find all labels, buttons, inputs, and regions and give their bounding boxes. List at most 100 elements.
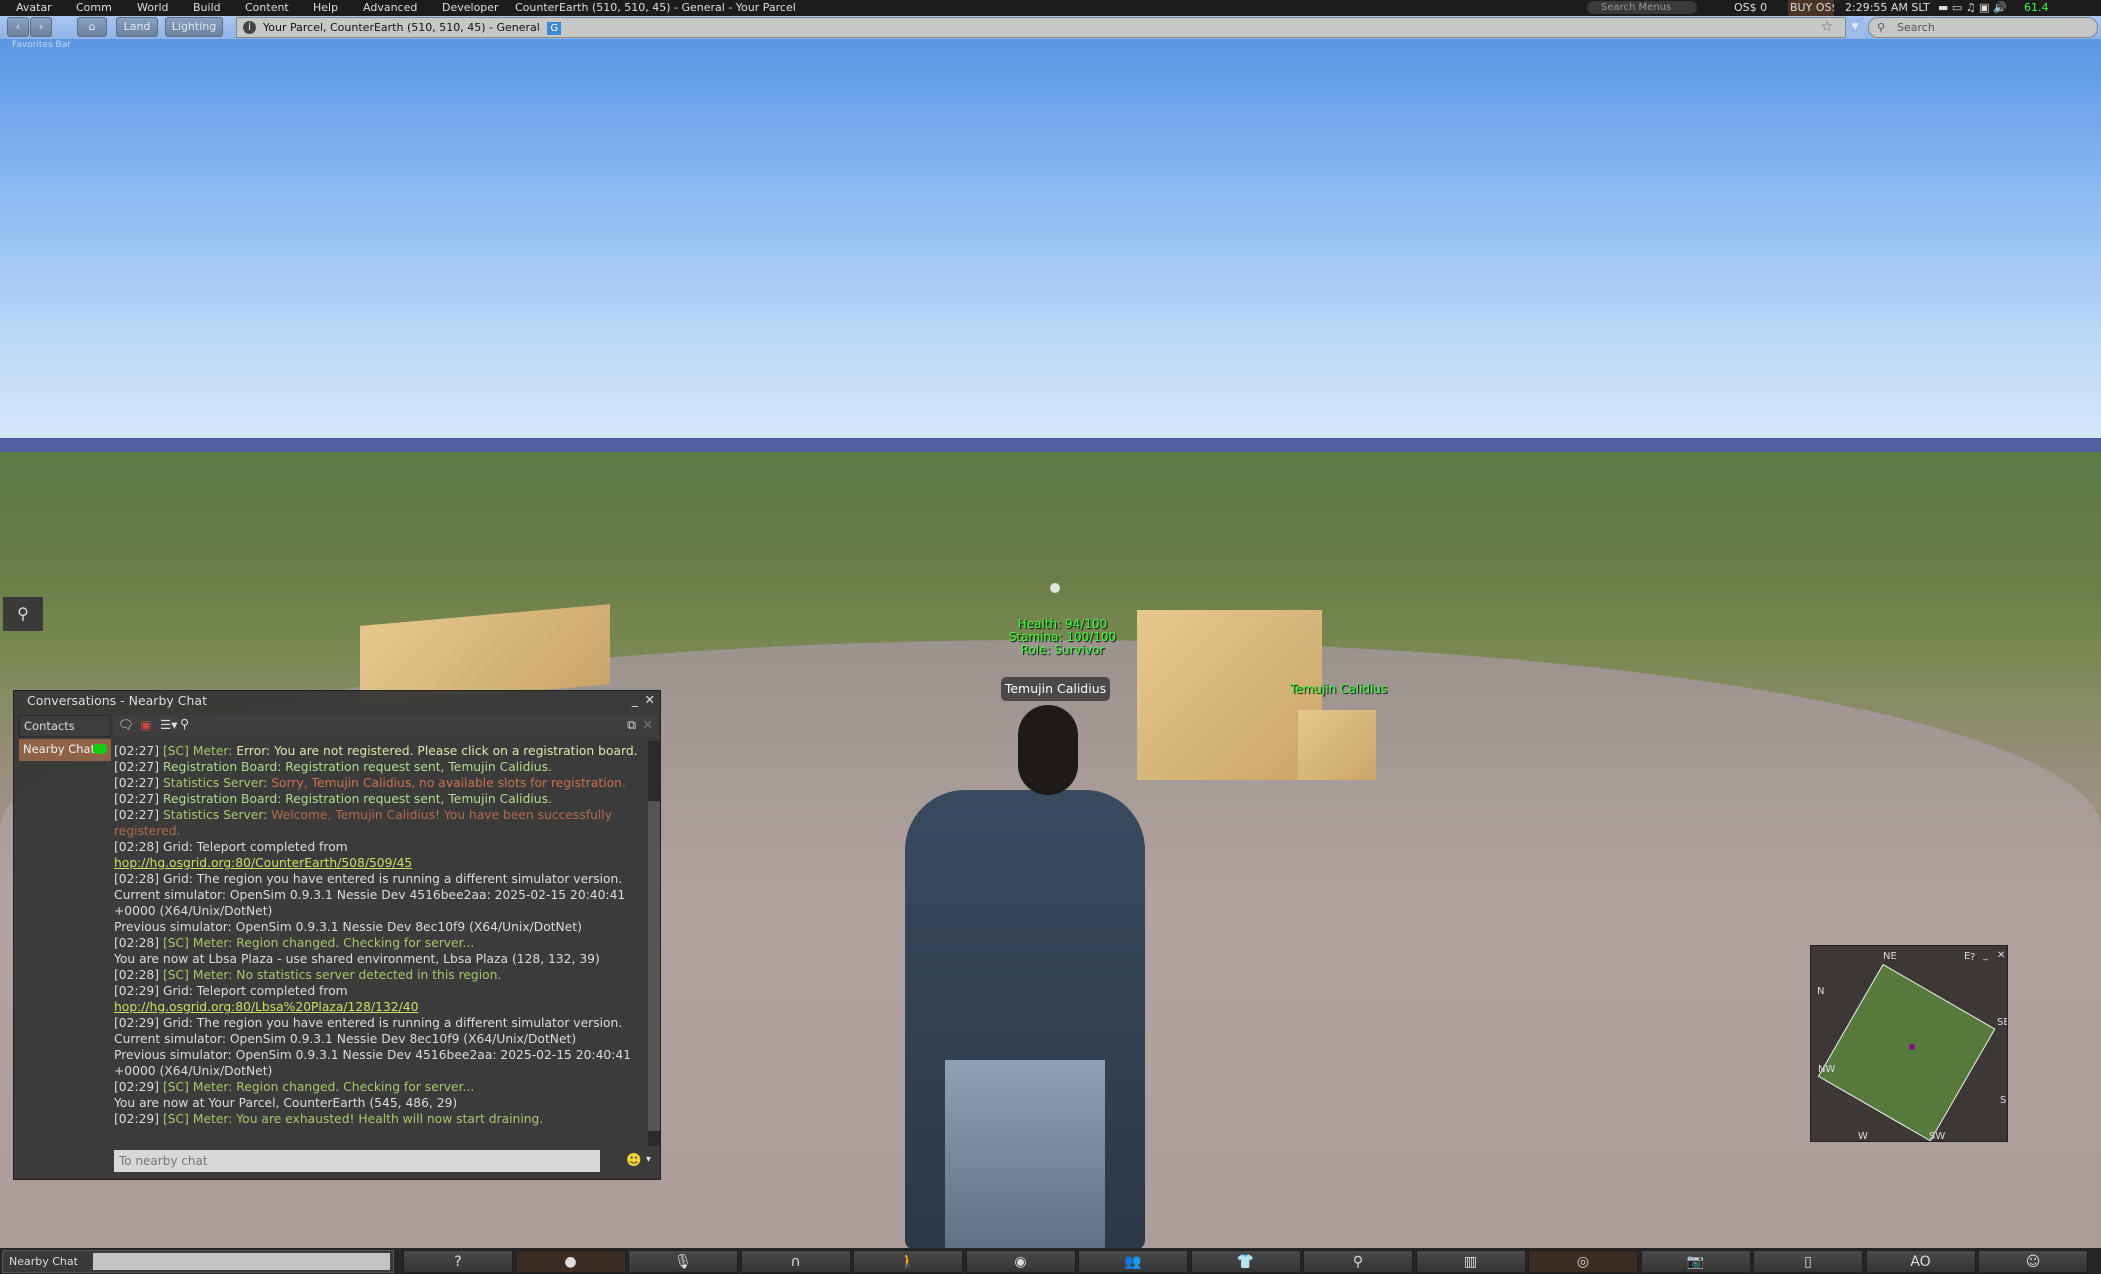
message-segment: [02:29] Grid: Teleport completed from [114,984,348,998]
wooden-cube-small[interactable] [1298,710,1376,780]
menu-bar: Avatar Comm World Build Content Help Adv… [0,0,2101,16]
scrollbar-thumb[interactable] [648,801,660,1131]
teleport-link[interactable]: hop://hg.osgrid.org:80/CounterEarth/508/… [114,856,412,870]
options-menu-icon[interactable]: ☰▾ [160,717,177,732]
menu-developer[interactable]: Developer [442,0,499,16]
search-button[interactable]: ⚲ [1303,1250,1413,1273]
menu-build[interactable]: Build [193,0,221,16]
message-segment: [02:29] [114,1112,163,1126]
forward-icon: › [38,20,44,33]
minimap[interactable]: N NE E SE S SW W NW ? _ ✕ [1810,945,2008,1142]
view-button[interactable]: ◉ [965,1250,1076,1273]
message-segment: [02:27] [114,760,163,774]
message-segment: [02:28] [114,968,163,982]
minimize-button[interactable]: _ [632,692,638,707]
history-icon[interactable]: 🗨 [118,717,134,733]
walk-button[interactable]: 🚶 [853,1250,963,1273]
search-menus-input[interactable]: Search Menus [1587,1,1697,14]
location-dropdown[interactable]: ▼ [1846,17,1864,38]
location-pin-button[interactable]: ⚲ [3,597,43,631]
search-icon: ⚲ [1352,1254,1364,1270]
close-conversation-icon[interactable]: ✕ [643,717,653,732]
chat-type-dropdown[interactable]: ▾ [646,1154,651,1165]
chat-input[interactable]: To nearby chat [114,1150,600,1172]
appearance-button[interactable]: 👕 [1190,1250,1301,1273]
chat-message: [02:27] Registration Board: Registration… [114,759,644,775]
message-segment: Error: You are not registered. Please cl… [236,744,638,758]
favorite-star-icon[interactable]: ☆ [1820,18,1833,37]
menu-content[interactable]: Content [245,0,289,16]
home-icon: ⌂ [88,20,96,33]
emoji-button[interactable]: ☻ [626,1151,642,1169]
nearby-chat-input[interactable] [93,1253,390,1270]
map-button[interactable]: ▥ [1415,1250,1526,1273]
inventory-icon: ▯ [1804,1254,1812,1270]
help-button[interactable]: ? [403,1250,513,1273]
chat-button[interactable]: ● [515,1250,626,1273]
ao-button[interactable]: AO [1865,1250,1976,1273]
message-segment: [02:29] [114,1080,163,1094]
nearby-chat-label: Nearby Chat [23,742,96,756]
headphones-button[interactable]: ∩ [740,1250,851,1273]
message-segment: [02:29] Grid: The region you have entere… [114,1016,632,1078]
nearby-chat-label[interactable]: Nearby Chat [9,1255,78,1268]
home-button[interactable]: ⌂ [77,17,107,37]
menu-advanced[interactable]: Advanced [363,0,417,16]
minimize-button[interactable]: _ [1983,950,1988,961]
chat-scrollbar[interactable] [648,741,660,1146]
gestures-icon: ☺ [2025,1254,2041,1270]
menu-comm[interactable]: Comm [76,0,112,16]
tear-off-icon[interactable]: ⧉ [627,717,636,733]
snapshot-button[interactable]: 📷 [1640,1250,1751,1273]
people-button[interactable]: 👥 [1078,1250,1188,1273]
close-button[interactable]: ✕ [1997,950,2005,961]
chat-history: [02:27] [SC] Meter: Error: You are not r… [114,743,644,1141]
compass-ne: NE [1883,951,1897,962]
contacts-tab[interactable]: Contacts [19,715,111,737]
search-input[interactable]: ⚲ Search [1868,17,2098,38]
chat-message: [02:27] [SC] Meter: Error: You are not r… [114,743,644,759]
chat-toggle-icon[interactable]: ▣ [140,717,152,732]
nearby-chat-tab[interactable]: Nearby Chat [19,739,111,761]
chat-message: [02:29] Grid: The region you have entere… [114,1015,644,1079]
location-input[interactable]: i Your Parcel, CounterEarth (510, 510, 4… [236,17,1846,38]
search-chat-icon[interactable]: ⚲ [180,716,189,731]
snapshot-icon: 📷 [1686,1254,1705,1270]
message-segment: [02:27] [114,808,163,822]
inventory-button[interactable]: ▯ [1753,1250,1863,1273]
buy-currency-button[interactable]: BUY OS$ [1788,0,1834,16]
chat-message: [02:28] Grid: Teleport completed from ho… [114,839,644,871]
compass-nw: NW [1818,1064,1836,1075]
minimap-button[interactable]: ◎ [1528,1250,1638,1273]
close-button[interactable]: ✕ [645,692,655,707]
voice-icon: 🎙 [674,1254,692,1270]
window-title: Conversations - Nearby Chat [27,693,207,708]
compass-sw: SW [1929,1131,1946,1142]
menu-help[interactable]: Help [313,0,338,16]
message-segment: Registration Board: Registration request… [162,760,552,774]
land-button[interactable]: Land [116,17,158,37]
voice-button[interactable]: 🎙 [628,1250,738,1273]
message-segment: [SC] Meter: You are exhausted! Health wi… [162,1112,544,1126]
map-icon: ▥ [1463,1254,1478,1270]
back-button[interactable]: ‹ [7,17,29,37]
people-icon: 👥 [1124,1254,1142,1270]
media-icons[interactable]: ▬ ▭ ♫ ▣ 🔊 [1938,0,2007,16]
lighting-button[interactable]: Lighting [165,17,223,37]
gestures-button[interactable]: ☺ [1978,1250,2088,1273]
menu-avatar[interactable]: Avatar [16,0,52,16]
walk-icon: 🚶 [899,1254,917,1270]
pin-icon: ⚲ [17,604,29,623]
chat-message: [02:27] Registration Board: Registration… [114,791,644,807]
help-icon: ? [454,1254,462,1270]
help-icon[interactable]: ? [1970,952,1975,963]
conversations-window: Conversations - Nearby Chat _ ✕ Contacts… [13,690,661,1180]
menu-world[interactable]: World [137,0,169,16]
info-icon[interactable]: i [243,21,256,34]
forward-button[interactable]: › [30,17,52,37]
window-title: CounterEarth (510, 510, 45) - General - … [515,1,796,14]
teleport-link[interactable]: hop://hg.osgrid.org:80/Lbsa%20Plaza/128/… [114,1000,418,1014]
chat-message: [02:27] Statistics Server: Welcome, Temu… [114,807,644,839]
message-segment: [02:28] Grid: Teleport completed from [114,840,348,854]
avatar-dot [1909,1044,1915,1050]
